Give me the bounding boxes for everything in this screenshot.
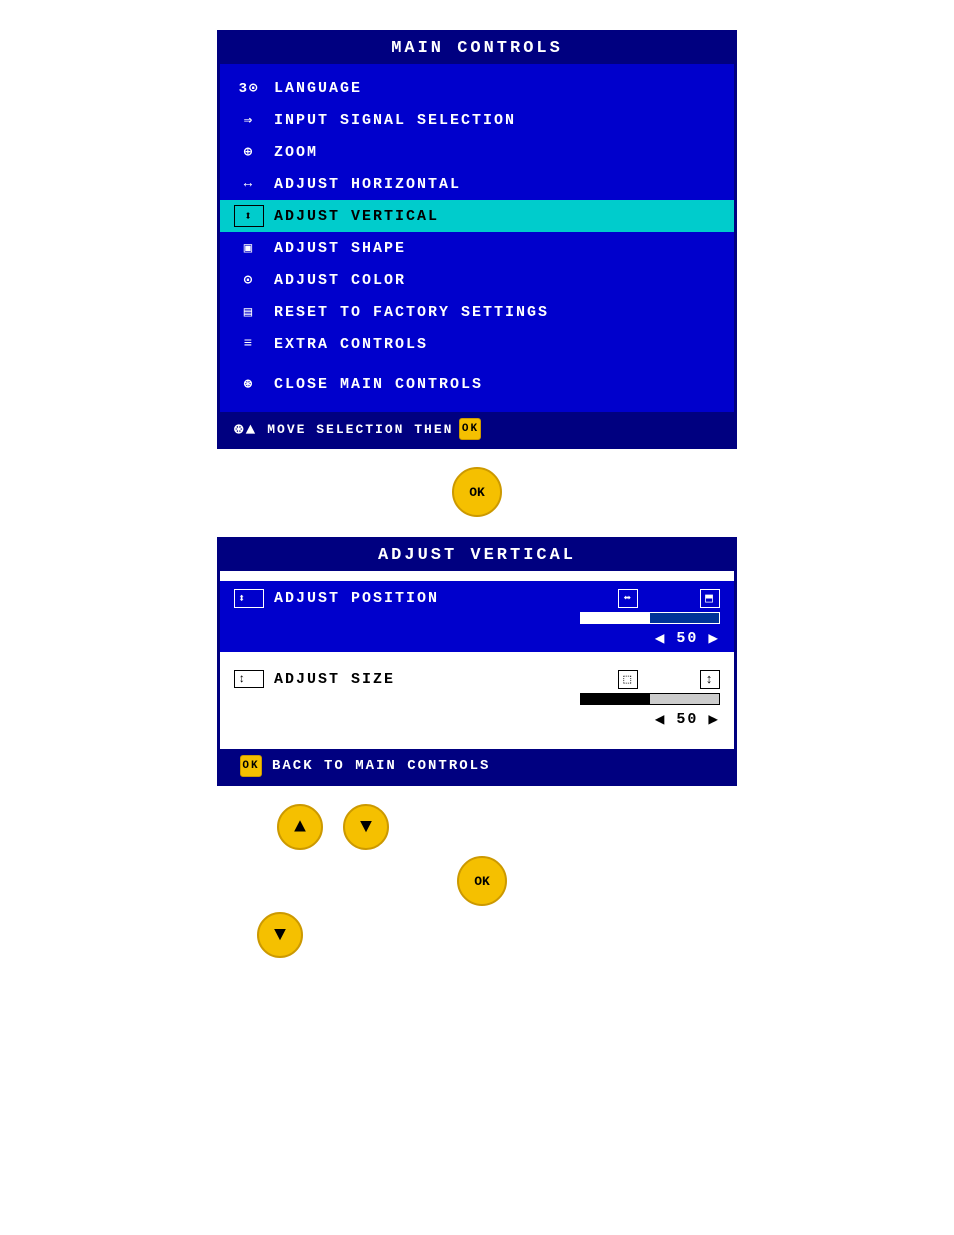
position-value: 50 — [676, 630, 698, 647]
position-slider[interactable] — [580, 612, 720, 624]
ok-button-1[interactable]: OK — [452, 467, 502, 517]
menu-item-adjust-horizontal[interactable]: ↔ ADJUST HORIZONTAL — [220, 168, 734, 200]
zoom-icon: ⊕ — [234, 141, 264, 163]
nav-down-button[interactable]: ▼ — [343, 804, 389, 850]
size-slider[interactable] — [580, 693, 720, 705]
main-controls-body: 3⊙ LANGUAGE ⇒ INPUT SIGNAL SELECTION ⊕ Z… — [220, 64, 734, 412]
input-signal-icon: ⇒ — [234, 109, 264, 131]
language-icon: 3⊙ — [234, 77, 264, 99]
adjust-horizontal-icon: ↔ — [234, 173, 264, 195]
menu-item-adjust-vertical[interactable]: ⬍ ADJUST VERTICAL — [220, 200, 734, 232]
adjust-vertical-body: ⬍ ADJUST POSITION ⬌ ⬒ ◀ 50 ▶ — [220, 571, 734, 741]
size-decrease-btn[interactable]: ◀ — [655, 709, 667, 729]
menu-item-adjust-shape[interactable]: ▣ ADJUST SHAPE — [220, 232, 734, 264]
size-right-icon: ↕ — [700, 670, 720, 689]
position-controls: ⬌ ⬒ ◀ 50 ▶ — [540, 589, 720, 648]
size-increase-btn[interactable]: ▶ — [708, 709, 720, 729]
adjust-position-row: ⬍ ADJUST POSITION ⬌ ⬒ ◀ 50 ▶ — [220, 581, 734, 652]
close-icon: ⊛ — [234, 373, 264, 395]
navigation-controls: ▲ ▼ OK ▼ — [217, 786, 737, 958]
adjust-shape-icon: ▣ — [234, 237, 264, 259]
adjust-size-row: ↕ ADJUST SIZE ⬚ ↕ ◀ 50 ▶ — [220, 660, 734, 733]
main-controls-title: MAIN CONTROLS — [220, 33, 734, 64]
size-controls: ⬚ ↕ ◀ 50 ▶ — [540, 670, 720, 729]
menu-item-close[interactable]: ⊛ CLOSE MAIN CONTROLS — [220, 368, 734, 400]
position-right-icon: ⬒ — [700, 589, 720, 608]
adjust-vertical-panel: ADJUST VERTICAL ⬍ ADJUST POSITION ⬌ ⬒ — [217, 537, 737, 786]
menu-item-extra[interactable]: ≡ EXTRA CONTROLS — [220, 328, 734, 360]
ok-button-2[interactable]: OK — [457, 856, 507, 906]
adjust-size-icon: ↕ — [234, 670, 264, 688]
menu-item-adjust-color[interactable]: ⊙ ADJUST COLOR — [220, 264, 734, 296]
reset-icon: ▤ — [234, 301, 264, 323]
adjust-position-icon: ⬍ — [234, 589, 264, 608]
menu-item-reset[interactable]: ▤ RESET TO FACTORY SETTINGS — [220, 296, 734, 328]
main-controls-panel: MAIN CONTROLS 3⊙ LANGUAGE ⇒ INPUT SIGNAL… — [217, 30, 737, 449]
menu-item-zoom[interactable]: ⊕ ZOOM — [220, 136, 734, 168]
adjust-vertical-icon: ⬍ — [234, 205, 264, 227]
size-value: 50 — [676, 711, 698, 728]
adjust-color-icon: ⊙ — [234, 269, 264, 291]
footer-ok-icon: OK — [459, 418, 481, 440]
position-increase-btn[interactable]: ▶ — [708, 628, 720, 648]
footer-nav-icon: ⊛▲ — [234, 419, 257, 439]
main-controls-footer: ⊛▲ MOVE SELECTION THEN OK — [220, 412, 734, 446]
nav-up-button[interactable]: ▲ — [277, 804, 323, 850]
extra-controls-icon: ≡ — [234, 333, 264, 355]
back-ok-icon: OK — [240, 755, 262, 777]
menu-item-language[interactable]: 3⊙ LANGUAGE — [220, 72, 734, 104]
menu-item-input-signal[interactable]: ⇒ INPUT SIGNAL SELECTION — [220, 104, 734, 136]
back-footer: OK BACK TO MAIN CONTROLS — [220, 749, 734, 783]
adjust-vertical-title: ADJUST VERTICAL — [220, 540, 734, 571]
position-left-icon: ⬌ — [618, 589, 638, 608]
size-left-icon: ⬚ — [618, 670, 638, 689]
down-button[interactable]: ▼ — [257, 912, 303, 958]
position-decrease-btn[interactable]: ◀ — [655, 628, 667, 648]
